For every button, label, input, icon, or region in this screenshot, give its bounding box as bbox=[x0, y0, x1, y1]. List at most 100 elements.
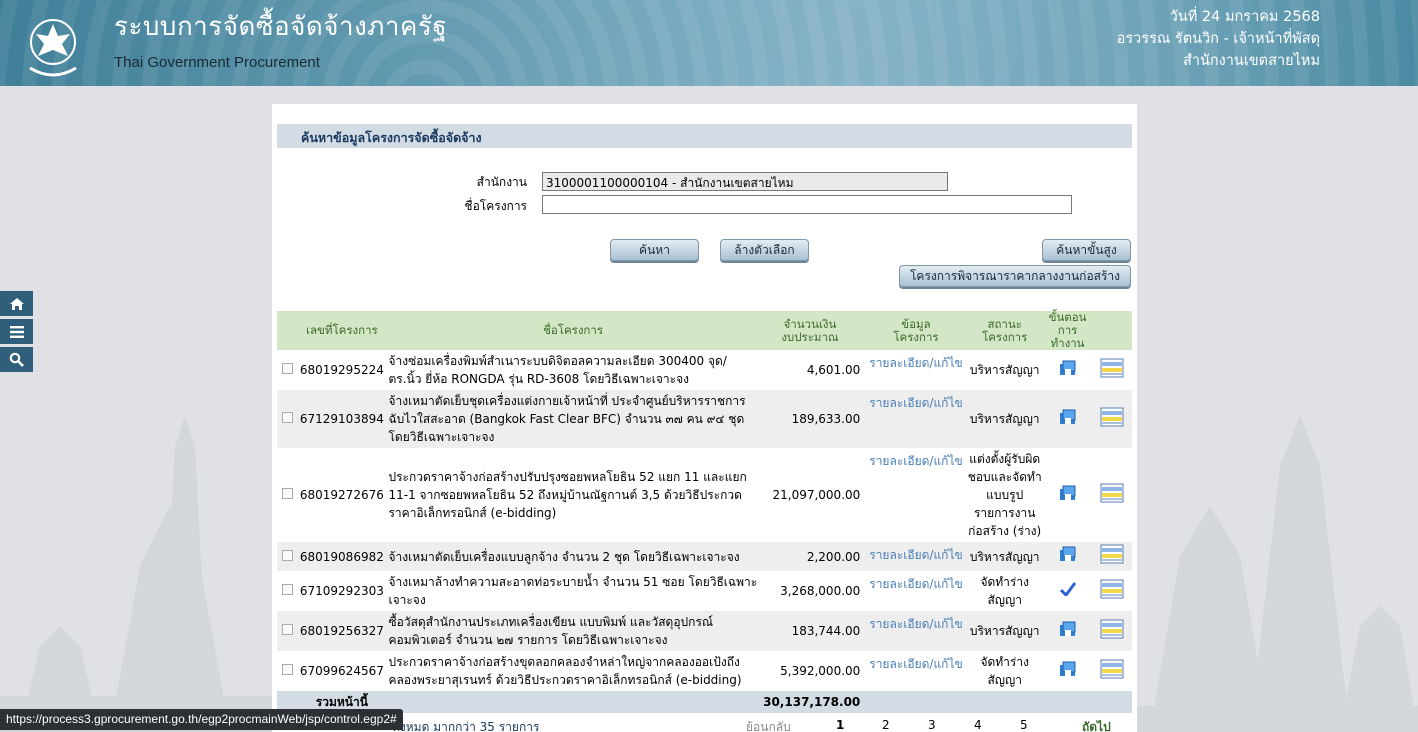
document-list-icon[interactable] bbox=[1100, 544, 1124, 567]
row-step-cell bbox=[1043, 448, 1092, 542]
row-status: จัดทำร่างสัญญา bbox=[965, 651, 1044, 691]
table-row[interactable]: 68019295224 จ้างซ่อมเครื่องพิมพ์สำเนาระบบ… bbox=[277, 350, 1132, 390]
contract-icon[interactable] bbox=[1059, 546, 1077, 565]
pager-page-4[interactable]: 4 bbox=[974, 718, 982, 732]
document-list-icon[interactable] bbox=[1100, 483, 1124, 506]
row-checkbox[interactable] bbox=[282, 584, 293, 595]
row-step-cell bbox=[1043, 611, 1092, 651]
pager-next[interactable]: ถัดไป bbox=[1082, 718, 1111, 732]
row-project-no: 68019086982 bbox=[297, 542, 387, 571]
search-icon bbox=[9, 352, 24, 367]
table-row[interactable]: 68019256327 ซื้อวัสดุสำนักงานประเภทเครื่อ… bbox=[277, 611, 1132, 651]
section-title: ค้นหาข้อมูลโครงการจัดซื้อจัดจ้าง bbox=[277, 124, 1132, 148]
row-doc-cell bbox=[1091, 571, 1132, 611]
pager-page-5[interactable]: 5 bbox=[1020, 718, 1028, 732]
browser-status-url: https://process3.gprocurement.go.th/egp2… bbox=[0, 709, 403, 730]
header-info-line1: ข้อมูล bbox=[901, 316, 931, 331]
table-row[interactable]: 68019272676 ประกวดราคาจ้างก่อสร้างปรับปรุ… bbox=[277, 448, 1132, 542]
row-info-cell: รายละเอียด/แก้ไข bbox=[866, 651, 966, 691]
pager-page-1[interactable]: 1 bbox=[836, 718, 844, 732]
row-doc-cell bbox=[1091, 350, 1132, 390]
pager-prev[interactable]: ย้อนกลับ bbox=[746, 718, 791, 732]
row-detail-link[interactable]: รายละเอียด/แก้ไข bbox=[869, 356, 962, 370]
total-row: รวมหน้านี้ 30,137,178.00 bbox=[277, 691, 1132, 713]
pager-page-3[interactable]: 3 bbox=[928, 718, 936, 732]
row-step-cell bbox=[1043, 350, 1092, 390]
table-row[interactable]: 68019086982 จ้างเหมาตัดเย็บเครื่องแบบลูกจ… bbox=[277, 542, 1132, 571]
row-checkbox[interactable] bbox=[282, 624, 293, 635]
row-project-name: จ้างซ่อมเครื่องพิมพ์สำเนาระบบดิจิตอลความ… bbox=[386, 350, 760, 390]
row-checkbox[interactable] bbox=[282, 664, 293, 675]
contract-icon[interactable] bbox=[1059, 409, 1077, 428]
document-list-icon[interactable] bbox=[1100, 358, 1124, 381]
system-subtitle: Thai Government Procurement bbox=[114, 54, 320, 71]
document-list-icon[interactable] bbox=[1100, 619, 1124, 642]
home-button[interactable] bbox=[0, 291, 33, 316]
row-detail-link[interactable]: รายละเอียด/แก้ไข bbox=[869, 577, 962, 591]
row-doc-cell bbox=[1091, 390, 1132, 448]
advanced-search-button[interactable]: ค้นหาขั้นสูง bbox=[1042, 239, 1131, 261]
row-info-cell: รายละเอียด/แก้ไข bbox=[866, 448, 966, 542]
row-doc-cell bbox=[1091, 448, 1132, 542]
row-detail-link[interactable]: รายละเอียด/แก้ไข bbox=[869, 396, 962, 410]
row-amount: 4,601.00 bbox=[759, 350, 867, 390]
search-button[interactable]: ค้นหา bbox=[610, 239, 699, 261]
header-step-line2: การทำงาน bbox=[1050, 323, 1085, 350]
row-doc-cell bbox=[1091, 611, 1132, 651]
header-project-name: ชื่อโครงการ bbox=[386, 311, 760, 350]
row-checkbox[interactable] bbox=[282, 363, 293, 374]
header-status-line1: สถานะ bbox=[987, 316, 1022, 331]
row-step-cell bbox=[1043, 571, 1092, 611]
row-project-name: ประกวดราคาจ้างก่อสร้างปรับปรุงซอยพหลโยธิ… bbox=[386, 448, 760, 542]
pager-page-2[interactable]: 2 bbox=[882, 718, 890, 732]
header-info: ข้อมูล โครงการ bbox=[866, 311, 966, 350]
header-amount: จำนวนเงิน งบประมาณ bbox=[759, 311, 867, 350]
row-info-cell: รายละเอียด/แก้ไข bbox=[866, 542, 966, 571]
project-table: เลขที่โครงการ ชื่อโครงการ จำนวนเงิน งบประ… bbox=[277, 311, 1132, 713]
menu-button[interactable] bbox=[0, 319, 33, 344]
row-project-no: 67109292303 bbox=[297, 571, 387, 611]
row-checkbox-cell bbox=[277, 571, 298, 611]
row-checkbox[interactable] bbox=[282, 412, 293, 423]
search-nav-button[interactable] bbox=[0, 347, 33, 372]
contract-icon[interactable] bbox=[1059, 360, 1077, 379]
median-price-button[interactable]: โครงการพิจารณาราคากลางงานก่อสร้าง bbox=[899, 265, 1131, 287]
row-amount: 21,097,000.00 bbox=[759, 448, 867, 542]
row-status: บริหารสัญญา bbox=[965, 350, 1044, 390]
row-checkbox-cell bbox=[277, 611, 298, 651]
contract-icon[interactable] bbox=[1059, 621, 1077, 640]
table-row[interactable]: 67109292303 จ้างเหมาล้างทำความสะอาดท่อระบ… bbox=[277, 571, 1132, 611]
row-detail-link[interactable]: รายละเอียด/แก้ไข bbox=[869, 617, 962, 631]
header-status-line2: โครงการ bbox=[982, 329, 1028, 344]
checkmark-icon[interactable] bbox=[1059, 581, 1076, 599]
document-list-icon[interactable] bbox=[1100, 579, 1124, 602]
row-status: บริหารสัญญา bbox=[965, 390, 1044, 448]
contract-icon[interactable] bbox=[1059, 661, 1077, 680]
header-amount-line1: จำนวนเงิน bbox=[783, 316, 837, 331]
row-project-name: ประกวดราคาจ้างก่อสร้างขุดลอกคลองจำหล่าให… bbox=[386, 651, 760, 691]
row-detail-link[interactable]: รายละเอียด/แก้ไข bbox=[869, 548, 962, 562]
row-checkbox[interactable] bbox=[282, 549, 293, 561]
garuda-logo[interactable] bbox=[20, 10, 86, 80]
document-list-icon[interactable] bbox=[1100, 407, 1124, 430]
row-project-no: 68019295224 bbox=[297, 350, 387, 390]
clear-button[interactable]: ล้างตัวเลือก bbox=[720, 239, 809, 261]
office-field[interactable]: 3100001100000104 - สำนักงานเขตสายไหม bbox=[542, 172, 948, 191]
row-detail-link[interactable]: รายละเอียด/แก้ไข bbox=[869, 657, 962, 671]
office-label: สำนักงาน bbox=[476, 175, 527, 189]
row-doc-cell bbox=[1091, 651, 1132, 691]
header-step: ขั้นตอน การทำงาน bbox=[1043, 311, 1092, 350]
document-list-icon[interactable] bbox=[1100, 659, 1124, 682]
row-project-no: 67099624567 bbox=[297, 651, 387, 691]
row-status: บริหารสัญญา bbox=[965, 611, 1044, 651]
table-row[interactable]: 67099624567 ประกวดราคาจ้างก่อสร้างขุดลอกค… bbox=[277, 651, 1132, 691]
row-amount: 2,200.00 bbox=[759, 542, 867, 571]
row-detail-link[interactable]: รายละเอียด/แก้ไข bbox=[869, 454, 962, 468]
row-project-name: จ้างเหมาตัดเย็บเครื่องแบบลูกจ้าง จำนวน 2… bbox=[386, 542, 760, 571]
site-header: ระบบการจัดซื้อจัดจ้างภาครัฐ Thai Governm… bbox=[0, 0, 1418, 86]
contract-icon[interactable] bbox=[1059, 485, 1077, 504]
row-checkbox[interactable] bbox=[282, 488, 293, 499]
side-navigation bbox=[0, 291, 33, 375]
table-row[interactable]: 67129103894 จ้างเหมาตัดเย็บชุดเครื่องแต่ง… bbox=[277, 390, 1132, 448]
project-name-input[interactable] bbox=[542, 195, 1072, 214]
